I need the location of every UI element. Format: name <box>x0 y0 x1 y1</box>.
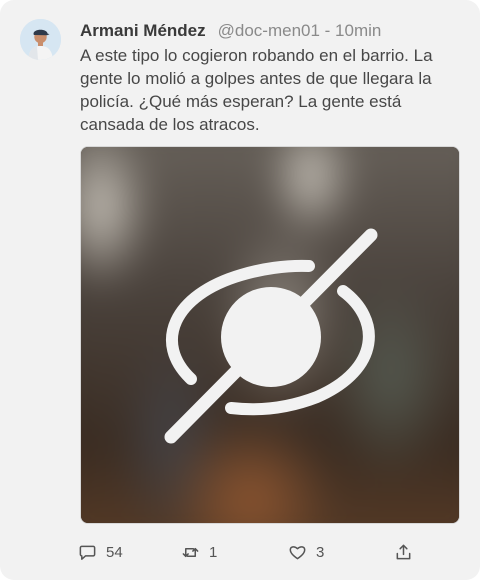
eye-slash-icon <box>164 228 378 444</box>
heart-icon <box>289 545 306 559</box>
post-card[interactable]: Armani Méndez @doc-men01 - 10min A este t… <box>0 0 480 580</box>
share-icon <box>396 544 411 559</box>
comment-icon <box>79 545 96 560</box>
share-button[interactable] <box>394 540 413 564</box>
avatar-image <box>20 19 61 60</box>
retweet-count: 1 <box>209 543 218 561</box>
reply-button[interactable]: 54 <box>78 540 123 564</box>
retweet-icon <box>182 547 199 557</box>
retweet-button[interactable]: 1 <box>181 540 217 564</box>
blurred-media[interactable] <box>80 146 460 524</box>
reply-count: 54 <box>106 543 123 561</box>
post-header: Armani Méndez @doc-men01 - 10min <box>80 20 381 42</box>
like-count: 3 <box>316 543 325 561</box>
author-name[interactable]: Armani Méndez <box>80 21 206 40</box>
avatar[interactable] <box>20 19 61 60</box>
author-handle-time[interactable]: @doc-men01 - 10min <box>218 21 382 40</box>
action-bar: 54 1 3 <box>78 540 418 564</box>
like-button[interactable]: 3 <box>288 540 324 564</box>
post-text: A este tipo lo cogieron robando en el ba… <box>80 46 433 134</box>
